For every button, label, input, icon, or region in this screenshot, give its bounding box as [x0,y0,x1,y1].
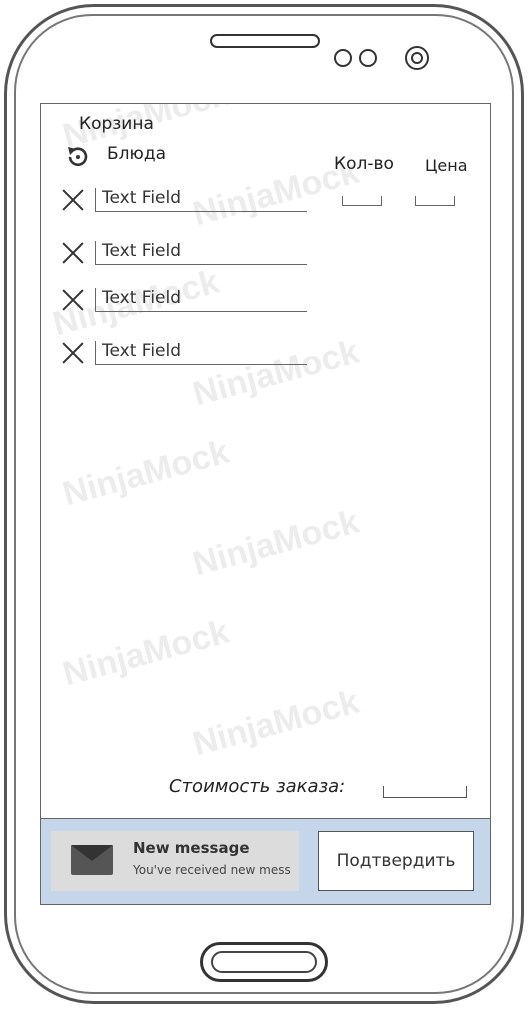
price-field[interactable] [415,196,455,206]
dish-text-field[interactable]: Text Field [95,188,307,212]
confirm-button[interactable]: Подтвердить [318,831,474,891]
close-icon[interactable] [61,341,85,365]
notification-text: You've received new mess [133,863,291,877]
dish-text-field[interactable]: Text Field [95,288,307,312]
close-icon[interactable] [61,188,85,212]
list-item: Text Field [59,188,309,218]
watermark: NinjaMock [58,612,233,694]
dish-text-field[interactable]: Text Field [95,341,307,365]
dish-text-field[interactable]: Text Field [95,241,307,265]
notification[interactable]: New message You've received new mess [51,831,299,891]
order-total-field [383,786,467,798]
price-column-header: Цена [425,156,468,175]
refresh-icon[interactable] [65,144,91,170]
qty-field[interactable] [342,196,382,206]
watermark: NinjaMock [188,502,363,584]
order-total-label: Стоимость заказа: [169,776,346,797]
close-icon[interactable] [61,288,85,312]
close-icon[interactable] [61,241,85,265]
phone-speaker [210,34,320,48]
list-item: Text Field [59,241,309,271]
phone-camera [405,46,429,70]
watermark: NinjaMock [188,682,363,764]
page-title: Корзина [79,114,154,134]
mail-icon [71,845,113,875]
home-button[interactable] [200,942,328,982]
list-item: Text Field [59,341,309,371]
dishes-label: Блюда [107,144,167,164]
bottom-bar: New message You've received new mess Под… [41,818,490,904]
list-item: Text Field [59,288,309,318]
screen: NinjaMock NinjaMock NinjaMock NinjaMock … [40,103,491,905]
qty-column-header: Кол-во [334,154,394,174]
notification-title: New message [133,839,250,857]
phone-sensor [334,49,352,67]
phone-sensor [359,49,377,67]
watermark: NinjaMock [58,432,233,514]
